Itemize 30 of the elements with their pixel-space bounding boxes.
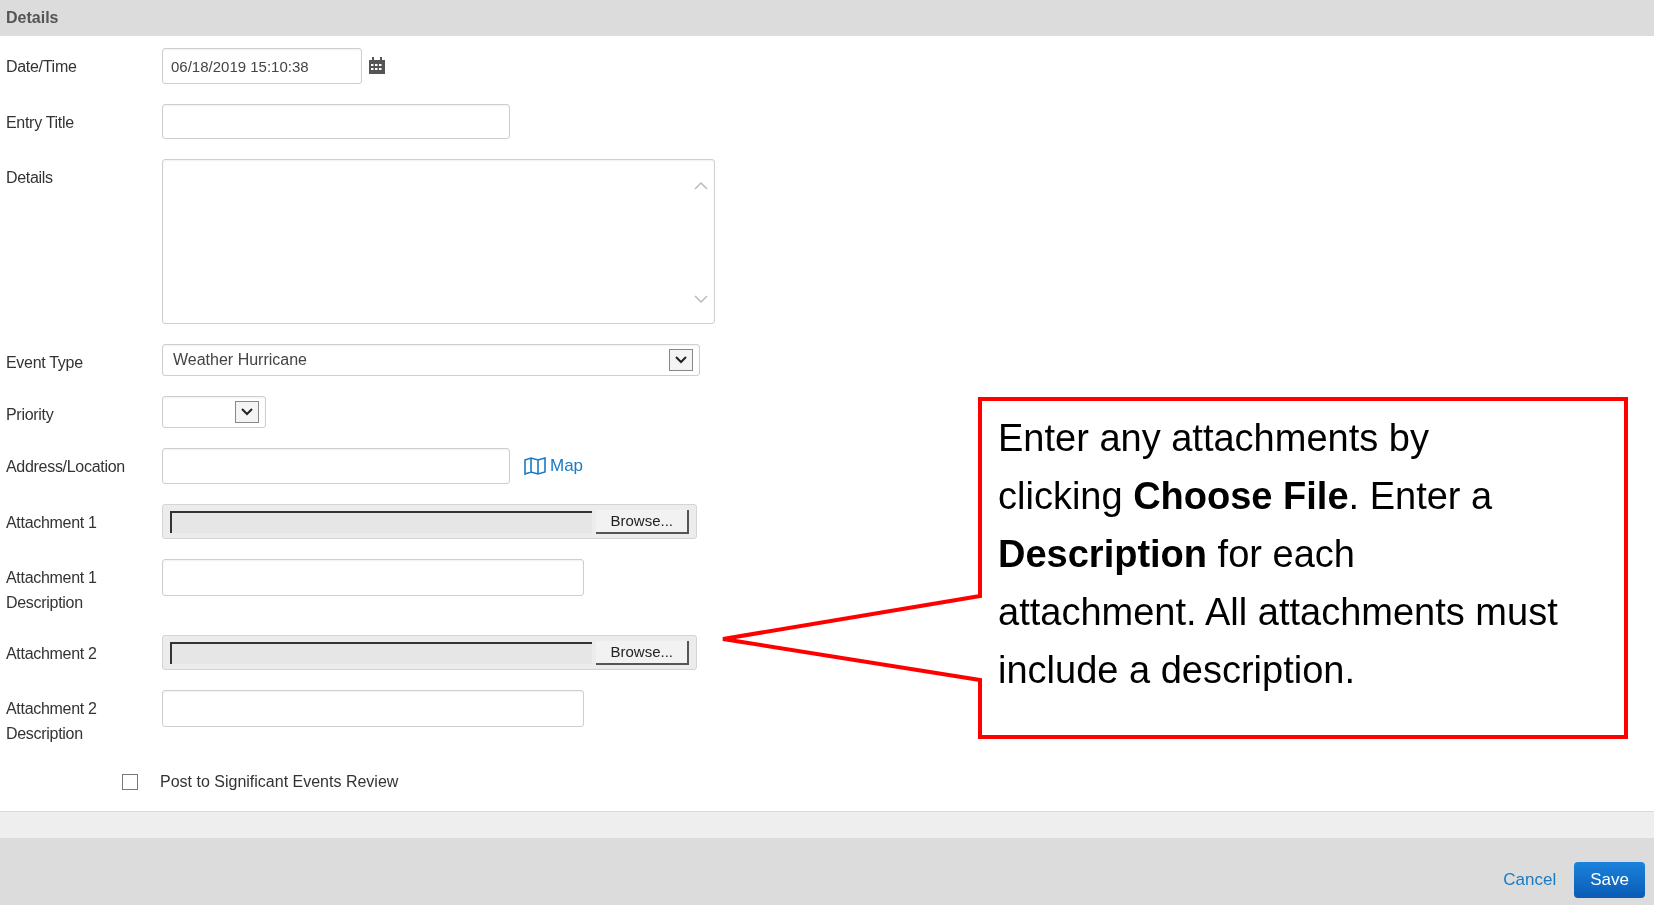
map-link[interactable]: Map	[524, 453, 584, 479]
description-field[interactable]	[162, 690, 584, 727]
field-label: Priority	[6, 405, 55, 425]
date-time-field[interactable]: 06/18/2019 15:10:38	[162, 48, 362, 84]
section-header: Details	[0, 0, 1654, 36]
map-icon	[524, 457, 546, 475]
browse-button[interactable]: Browse...	[596, 509, 689, 534]
field-label: Event Type	[6, 353, 84, 373]
event-type-select[interactable]: Weather Hurricane	[162, 344, 700, 376]
file-input[interactable]: Browse...	[162, 504, 697, 539]
calendar-icon[interactable]	[368, 57, 386, 75]
field-label: Entry Title	[6, 113, 75, 133]
address-field[interactable]	[162, 448, 510, 484]
browse-button[interactable]: Browse...	[596, 640, 689, 665]
field-label: Attachment 2 Description	[6, 699, 98, 744]
field-label: Date/Time	[6, 57, 78, 77]
field-label: Details	[6, 168, 54, 188]
description-field[interactable]	[162, 559, 584, 596]
file-input[interactable]: Browse...	[162, 635, 697, 670]
details-textarea[interactable]	[162, 159, 715, 324]
scroll-down-icon[interactable]	[694, 295, 708, 303]
save-button[interactable]: Save	[1574, 861, 1645, 898]
checkbox[interactable]	[122, 774, 138, 790]
scroll-up-icon[interactable]	[694, 182, 708, 190]
field-label: Attachment 1 Description	[6, 568, 98, 613]
field-label: Attachment 2	[6, 644, 98, 664]
field-label: Attachment 1	[6, 513, 98, 533]
checkbox-label: Post to Significant Events Review	[160, 772, 399, 792]
text-field[interactable]	[162, 104, 510, 139]
callout-text: Enter any attachments by clicking Choose File. Enter a Description for each attachment. All attachments must include a description.	[998, 416, 1559, 693]
